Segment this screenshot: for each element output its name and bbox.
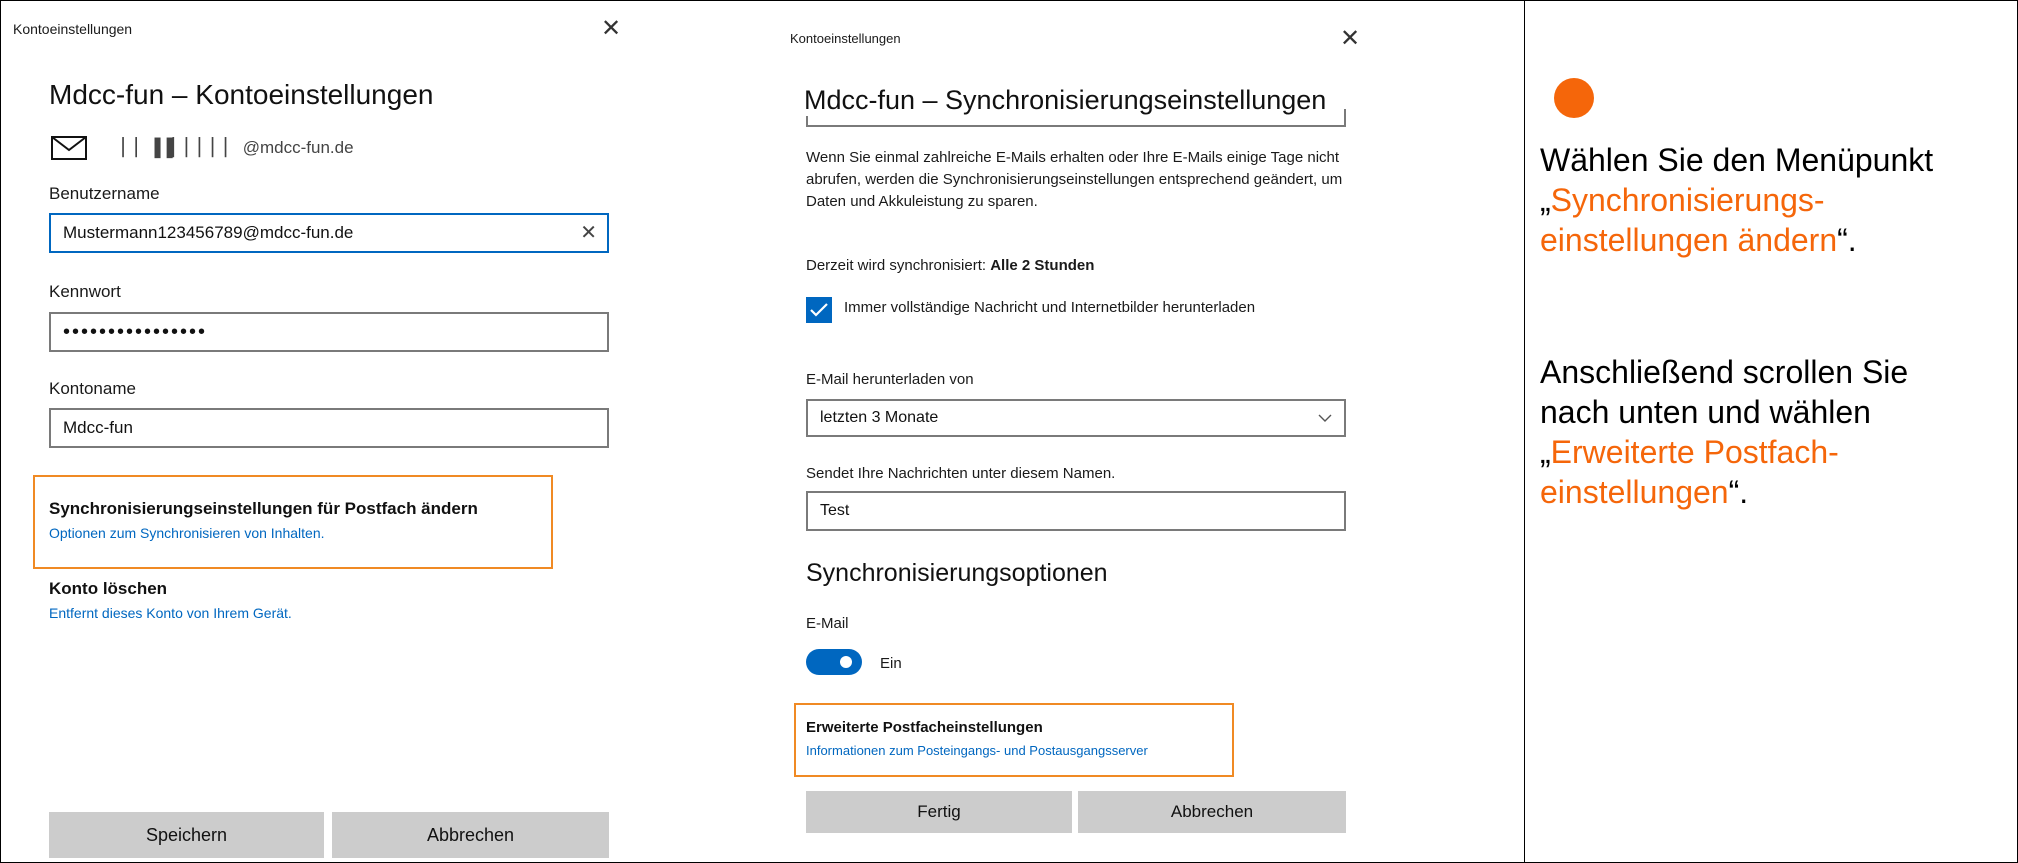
email-sync-toggle[interactable] <box>806 649 862 675</box>
clear-icon[interactable]: ✕ <box>580 215 597 251</box>
download-from-label: E-Mail herunterladen von <box>806 371 974 388</box>
account-email: ▏▏▐▐▏▏▏▏▏ @mdcc-fun.de <box>119 138 354 157</box>
toggle-knob <box>840 656 852 668</box>
send-name-field[interactable]: Test <box>806 491 1346 531</box>
account-name-value: Mdcc-fun <box>63 418 133 437</box>
username-value: Mustermann123456789@mdcc-fun.de <box>63 223 354 242</box>
sync-settings-link[interactable]: Synchronisierungseinstellungen für Postf… <box>49 499 478 519</box>
instruction-step-1: Wählen Sie den Menüpunkt „Synchronisieru… <box>1540 140 1960 260</box>
username-field[interactable]: Mustermann123456789@mdcc-fun.de ✕ <box>49 213 609 253</box>
full-message-checkbox-label: Immer vollständige Nachricht und Interne… <box>844 299 1256 316</box>
email-sync-toggle-label: Ein <box>880 655 902 672</box>
current-sync-status: Derzeit wird synchronisiert: Alle 2 Stun… <box>806 255 1094 277</box>
save-button[interactable]: Speichern <box>49 812 324 858</box>
highlight-sync-settings <box>33 475 553 569</box>
delete-account-description[interactable]: Entfernt dieses Konto von Ihrem Gerät. <box>49 605 292 621</box>
instruction-step-2: Anschließend scrollen Sie nach unten und… <box>1540 352 1960 512</box>
instruction-2-end: “. <box>1728 474 1749 510</box>
step-bullet <box>1554 78 1594 118</box>
instruction-1-end: “. <box>1837 222 1857 258</box>
highlight-advanced-settings <box>794 703 1234 777</box>
page-title: Mdcc-fun – Kontoeinstellungen <box>49 79 434 110</box>
done-button[interactable]: Fertig <box>806 791 1072 833</box>
current-sync-prefix: Derzeit wird synchronisiert: <box>806 257 991 274</box>
mail-icon <box>51 136 87 160</box>
send-name-label: Sendet Ihre Nachrichten unter diesem Nam… <box>806 465 1116 482</box>
account-name-label: Kontoname <box>49 379 136 398</box>
close-icon[interactable]: ✕ <box>601 17 621 41</box>
panel-divider <box>1524 0 1525 863</box>
instruction-1-highlight: Synchronisierungs-einstellungen ändern <box>1540 182 1838 258</box>
delete-account-link[interactable]: Konto löschen <box>49 579 167 599</box>
sync-options-heading: Synchronisierungsoptionen <box>806 559 1108 587</box>
instruction-2-highlight: Erweiterte Postfach-einstellungen <box>1540 434 1839 510</box>
account-settings-dialog: Kontoeinstellungen ✕ Mdcc-fun – Kontoein… <box>1 1 761 861</box>
sync-settings-dialog: Kontoeinstellungen ✕ Mdcc-fun – Synchron… <box>762 1 1524 861</box>
email-sync-label: E-Mail <box>806 615 849 632</box>
download-from-select[interactable]: letzten 3 Monate <box>806 399 1346 437</box>
password-field[interactable]: •••••••••••••••• <box>49 312 609 352</box>
checkmark-icon <box>810 303 828 317</box>
current-sync-value: Alle 2 Stunden <box>990 257 1095 274</box>
page-title: Mdcc-fun – Synchronisierungseinstellunge… <box>804 85 1333 116</box>
cancel-button[interactable]: Abbrechen <box>332 812 609 858</box>
sync-info-text: Wenn Sie einmal zahlreiche E-Mails erhal… <box>806 149 1343 210</box>
close-icon[interactable]: ✕ <box>1340 27 1360 51</box>
sync-settings-description[interactable]: Optionen zum Synchronisieren von Inhalte… <box>49 525 325 541</box>
password-value: •••••••••••••••• <box>63 321 208 343</box>
password-label: Kennwort <box>49 282 121 301</box>
chevron-down-icon <box>1318 414 1332 422</box>
advanced-settings-description[interactable]: Informationen zum Posteingangs- und Post… <box>806 743 1148 758</box>
send-name-value: Test <box>820 502 850 519</box>
download-from-value: letzten 3 Monate <box>820 409 939 426</box>
cancel-button[interactable]: Abbrechen <box>1078 791 1346 833</box>
full-message-checkbox[interactable] <box>806 297 832 323</box>
window-title: Kontoeinstellungen <box>790 31 901 46</box>
advanced-settings-link[interactable]: Erweiterte Postfacheinstellungen <box>806 719 1043 736</box>
account-name-field[interactable]: Mdcc-fun <box>49 408 609 448</box>
username-label: Benutzername <box>49 184 160 203</box>
window-title: Kontoeinstellungen <box>13 21 133 37</box>
